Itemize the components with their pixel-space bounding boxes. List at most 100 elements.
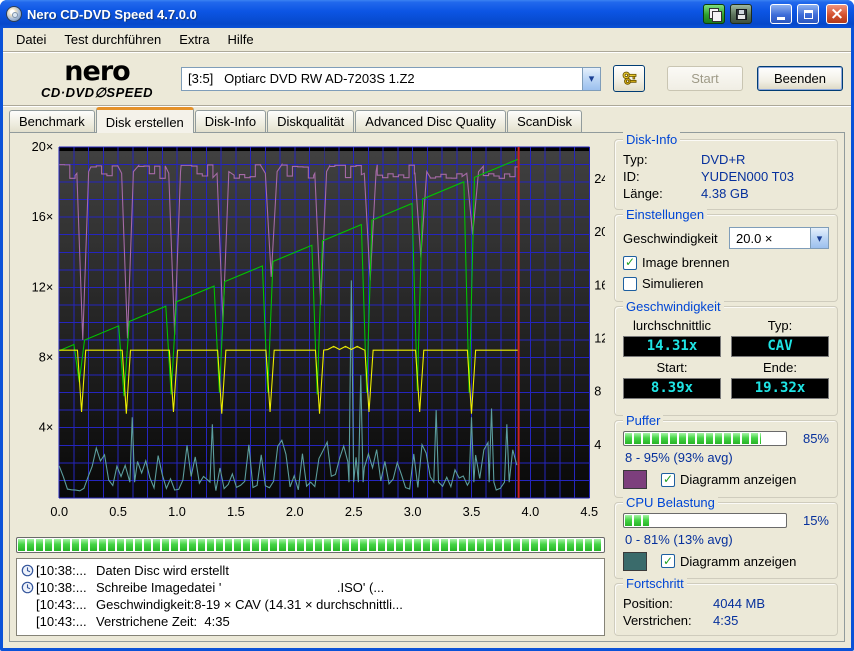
nero-logo: nero CD·DVD∅SPEED — [13, 58, 181, 99]
cpu-title: CPU Belastung — [623, 494, 718, 510]
svg-text:4×: 4× — [39, 420, 54, 435]
app-disc-icon — [6, 6, 22, 22]
puffer-gauge — [623, 431, 787, 447]
puffer-percent: 85% — [802, 431, 829, 447]
tab-scandisk[interactable]: ScanDisk — [507, 110, 582, 132]
puffer-diagram-checkbox[interactable] — [661, 472, 675, 487]
log-time: [10:38:... — [36, 580, 87, 595]
log-time: [10:38:... — [36, 563, 87, 578]
drive-select[interactable]: [3:5] Optiarc DVD RW AD-7203S 1.Z2 ▾ — [181, 66, 601, 91]
svg-text:0.5: 0.5 — [109, 504, 127, 519]
save-chart-button[interactable] — [730, 4, 752, 24]
menu-datei[interactable]: Datei — [7, 30, 55, 49]
disk-info-row: Länge: 4.38 GB — [623, 186, 829, 201]
puffer-diagram-row: Diagramm anzeigen — [661, 472, 796, 487]
chevron-down-icon: ▾ — [816, 232, 823, 245]
speed-typ-readout: CAV — [731, 335, 829, 357]
image-brennen-checkbox[interactable] — [623, 255, 637, 270]
simulieren-label: Simulieren — [642, 276, 704, 292]
svg-text:3.0: 3.0 — [404, 504, 422, 519]
avg-speed-label: lurchschnittlic — [632, 317, 712, 333]
log-row: [10:43:... Verstrichene Zeit: 4:35 — [19, 613, 602, 630]
position-value: 4044 MB — [713, 595, 766, 611]
puffer-title: Puffer — [623, 413, 664, 429]
simulieren-row: Simulieren — [623, 276, 829, 291]
start-button[interactable]: Start — [667, 66, 743, 91]
cpu-legend-row: Diagramm anzeigen — [623, 551, 829, 571]
start-speed-readout: 8.39x — [623, 377, 721, 399]
copy-chart-button[interactable] — [703, 4, 725, 24]
floppy-save-icon — [735, 8, 747, 20]
tab-diskqualitaet[interactable]: Diskqualität — [267, 110, 355, 132]
disk-laenge-value: 4.38 GB — [701, 186, 749, 201]
clock-icon — [21, 581, 34, 594]
puffer-gauge-fill — [625, 433, 761, 445]
cpu-range: 0 - 81% (13% avg) — [625, 531, 733, 547]
minimize-button[interactable] — [770, 4, 792, 24]
log-row: [10:38:... Schreibe Imagedatei ' .ISO' (… — [19, 579, 602, 596]
speed-select-dropdown-button[interactable]: ▾ — [810, 228, 828, 249]
svg-text:1.0: 1.0 — [168, 504, 186, 519]
disk-erstellen-page: 20× 16× 12× 8× 4× 24 20 16 12 8 4 0.0 0.5 1.0 1.5 2.0 2.… — [9, 132, 845, 642]
svg-text:24: 24 — [594, 171, 605, 186]
end-speed-label: Ende: — [763, 359, 797, 375]
drive-select-dropdown-button[interactable]: ▾ — [582, 67, 600, 90]
minimize-icon — [777, 17, 785, 20]
tab-disk-info[interactable]: Disk-Info — [194, 110, 267, 132]
geschwindigkeit-title: Geschwindigkeit — [623, 298, 724, 314]
start-speed-label: Start: — [656, 359, 688, 375]
app-window: Nero CD-DVD Speed 4.7.0.0 × Datei Test d… — [0, 0, 854, 651]
speed-readouts: lurchschnittlic Typ: 14.31x CAV Start: E… — [623, 318, 829, 399]
disk-laenge-label: Länge: — [623, 186, 663, 201]
log-message: Geschwindigkeit:8-19 × CAV (14.31 × durc… — [96, 597, 403, 612]
svg-text:16×: 16× — [32, 209, 54, 224]
tab-advanced-disc-quality[interactable]: Advanced Disc Quality — [355, 110, 507, 132]
speed-select[interactable]: 20.0 × ▾ — [729, 227, 829, 250]
close-button[interactable]: × — [826, 4, 848, 24]
cpu-diagram-checkbox[interactable] — [661, 554, 675, 569]
svg-text:2.0: 2.0 — [286, 504, 304, 519]
disk-id-label: ID: — [623, 169, 640, 184]
svg-text:8×: 8× — [39, 349, 54, 364]
fortschritt-title: Fortschritt — [623, 575, 687, 591]
fortschritt-row: Position: 4044 MB — [623, 596, 829, 611]
menu-test-durchfuehren[interactable]: Test durchführen — [55, 30, 170, 49]
menu-hilfe[interactable]: Hilfe — [219, 30, 263, 49]
svg-text:12×: 12× — [32, 279, 54, 294]
tab-strip: Benchmark Disk erstellen Disk-Info Diskq… — [3, 106, 851, 133]
cpu-gauge-row: 15% — [623, 512, 829, 528]
header-bar: nero CD·DVD∅SPEED [3:5] Optiarc DVD RW A… — [3, 52, 851, 106]
simulieren-checkbox[interactable] — [623, 276, 637, 291]
puffer-range: 8 - 95% (93% avg) — [625, 450, 733, 466]
maximize-button[interactable] — [797, 4, 819, 24]
svg-text:4.5: 4.5 — [580, 504, 598, 519]
log-row: [10:43:... Geschwindigkeit:8-19 × CAV (1… — [19, 596, 602, 613]
puffer-gauge-row: 85% — [623, 431, 829, 447]
drive-options-button[interactable] — [613, 65, 645, 92]
disk-typ-value: DVD+R — [701, 152, 746, 167]
geschwindigkeit-group: Geschwindigkeit lurchschnittlic Typ: 14.… — [614, 298, 838, 417]
menu-extra[interactable]: Extra — [170, 30, 218, 49]
title-bar[interactable]: Nero CD-DVD Speed 4.7.0.0 × — [0, 0, 854, 28]
quit-button[interactable]: Beenden — [757, 66, 843, 91]
cpu-gauge — [623, 512, 787, 528]
cpu-group: CPU Belastung 15% 0 - 81% (13% avg) Diag… — [614, 494, 838, 579]
tab-disk-erstellen[interactable]: Disk erstellen — [95, 107, 194, 133]
speed-label: Geschwindigkeit — [623, 230, 718, 246]
tab-benchmark[interactable]: Benchmark — [9, 110, 95, 132]
einstellungen-title: Einstellungen — [623, 207, 708, 223]
position-label: Position: — [623, 595, 673, 611]
cpu-diagram-row: Diagramm anzeigen — [661, 554, 796, 569]
disk-info-row: ID: YUDEN000 T03 — [623, 169, 829, 184]
avg-speed-readout: 14.31x — [623, 335, 721, 357]
event-log[interactable]: [10:38:... Daten Disc wird erstellt [10:… — [16, 558, 605, 636]
nero-logo-word: nero — [64, 56, 130, 87]
client-area: Datei Test durchführen Extra Hilfe nero … — [3, 28, 851, 648]
svg-text:20: 20 — [594, 224, 605, 239]
close-icon: × — [829, 3, 845, 24]
svg-text:8: 8 — [594, 383, 601, 398]
svg-text:1.5: 1.5 — [227, 504, 245, 519]
einstellungen-group: Einstellungen Geschwindigkeit 20.0 × ▾ I… — [614, 207, 838, 302]
disk-id-value: YUDEN000 T03 — [701, 169, 794, 184]
svg-text:2.5: 2.5 — [345, 504, 363, 519]
